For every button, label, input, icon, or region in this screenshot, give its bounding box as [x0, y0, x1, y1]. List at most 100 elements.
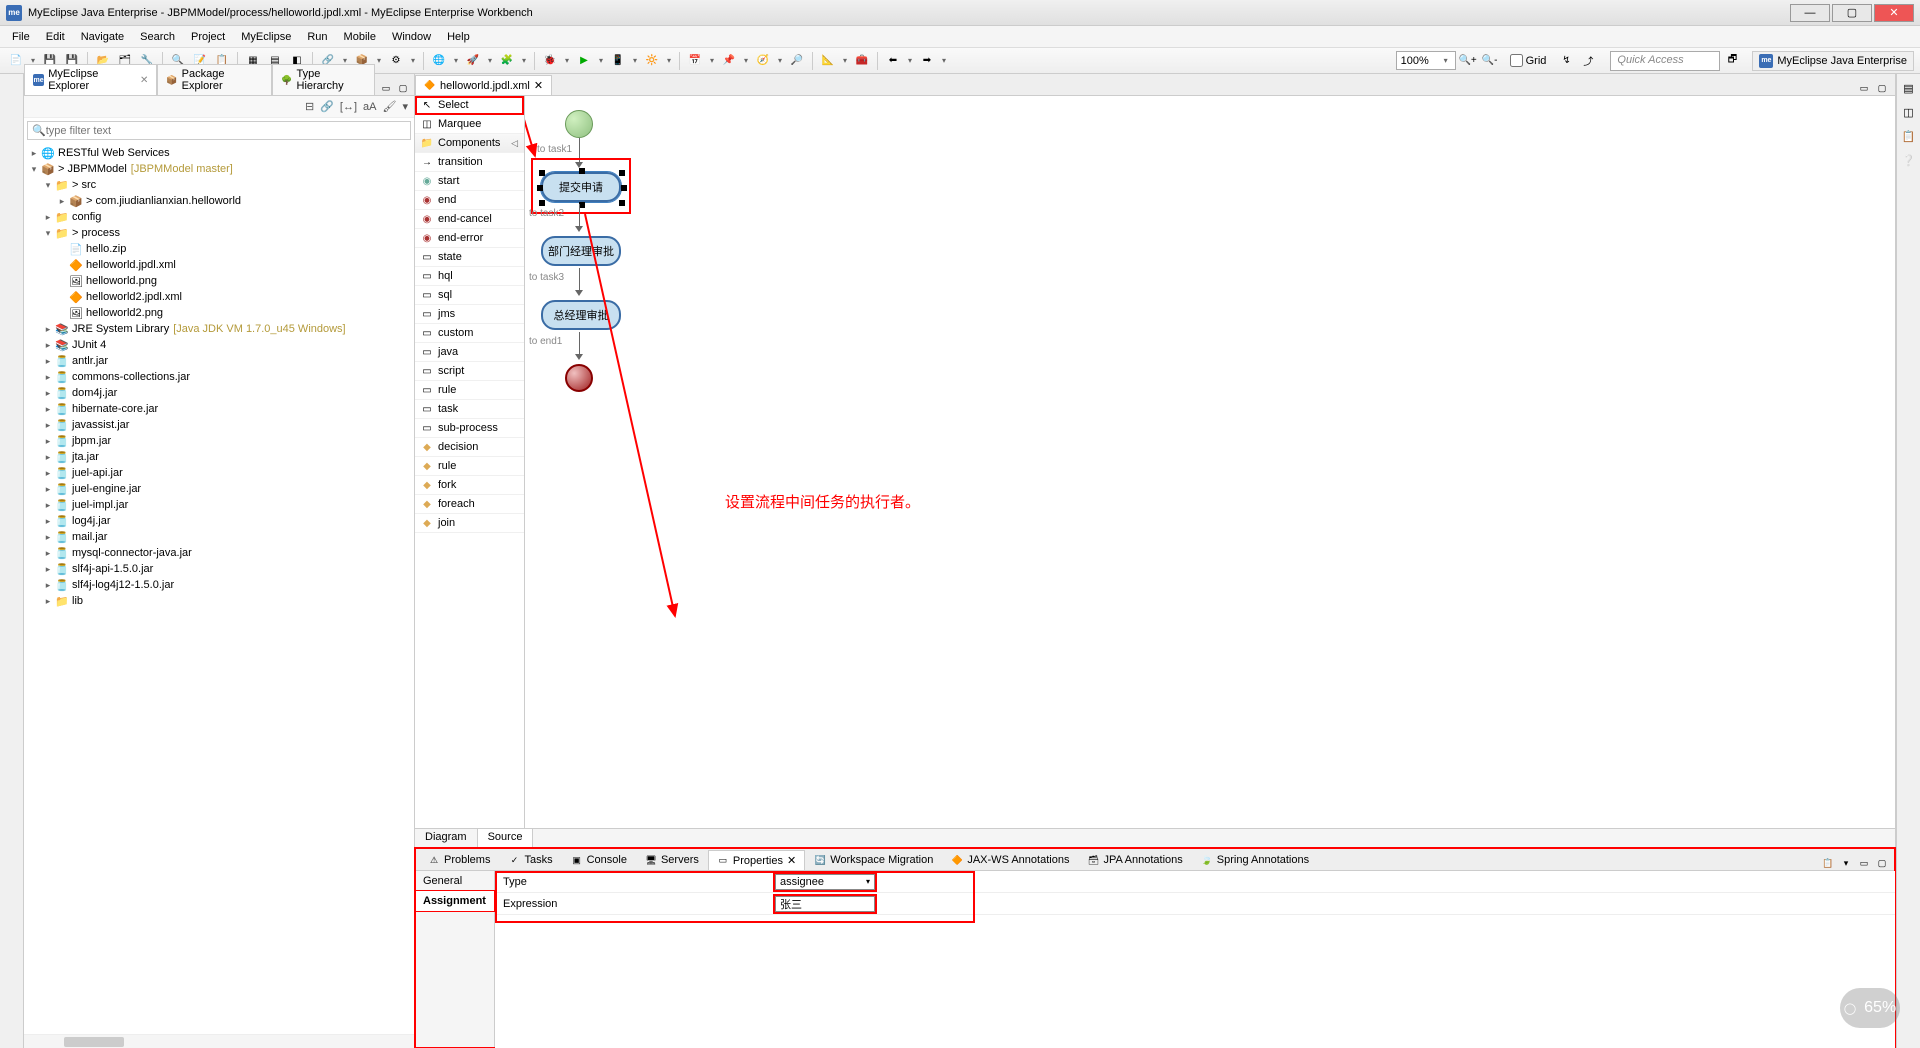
- palette-item-java[interactable]: ▭java: [415, 343, 524, 362]
- bottom-tab-tasks[interactable]: ✓Tasks: [499, 850, 561, 870]
- palette-item-end-error[interactable]: ◉end-error: [415, 229, 524, 248]
- tree-item[interactable]: ▸🫙hibernate-core.jar: [24, 401, 414, 417]
- grid-checkbox-input[interactable]: [1510, 54, 1523, 67]
- tool-btn[interactable]: 🌐: [429, 51, 449, 71]
- dropdown-icon[interactable]: ▾: [866, 877, 870, 886]
- twisty-icon[interactable]: ▸: [42, 548, 54, 559]
- back-button[interactable]: ⬅: [883, 51, 903, 71]
- cheatsheet-icon[interactable]: 📋: [1901, 128, 1917, 144]
- minimize-button[interactable]: —: [1790, 4, 1830, 22]
- zoom-in-button[interactable]: 🔍+: [1458, 51, 1478, 71]
- palette-item-foreach[interactable]: ◆foreach: [415, 495, 524, 514]
- bottom-tab-console[interactable]: ▣Console: [562, 850, 636, 870]
- twisty-icon[interactable]: ▸: [42, 500, 54, 511]
- properties-tab-general[interactable]: General: [415, 871, 494, 891]
- tree-item[interactable]: ▸🫙jta.jar: [24, 449, 414, 465]
- bottom-tab-jax-ws-annotations[interactable]: 🔶JAX-WS Annotations: [942, 850, 1078, 870]
- tool-btn[interactable]: 🚀: [463, 51, 483, 71]
- palette-item-fork[interactable]: ◆fork: [415, 476, 524, 495]
- menu-navigate[interactable]: Navigate: [73, 29, 132, 45]
- minimize-view-button[interactable]: ▭: [1857, 856, 1871, 870]
- tree-item[interactable]: ▸🫙mail.jar: [24, 529, 414, 545]
- tree-item[interactable]: 🔶helloworld2.jpdl.xml: [24, 289, 414, 305]
- twisty-icon[interactable]: ▸: [28, 148, 40, 159]
- menu-help[interactable]: Help: [439, 29, 478, 45]
- dropdown-icon[interactable]: ▾: [707, 56, 717, 65]
- dropdown-icon[interactable]: ▾: [840, 56, 850, 65]
- bottom-tab-properties[interactable]: ▭Properties✕: [708, 850, 805, 870]
- twisty-icon[interactable]: ▾: [42, 180, 54, 191]
- tree-item[interactable]: ▸🫙log4j.jar: [24, 513, 414, 529]
- close-button[interactable]: ✕: [1874, 4, 1914, 22]
- menu-window[interactable]: Window: [384, 29, 439, 45]
- twisty-icon[interactable]: ▸: [42, 516, 54, 527]
- twisty-icon[interactable]: ▸: [42, 324, 54, 335]
- dropdown-icon[interactable]: ▾: [775, 56, 785, 65]
- task-node-3[interactable]: 总经理审批: [541, 300, 621, 330]
- menu-run[interactable]: Run: [299, 29, 335, 45]
- twisty-icon[interactable]: ▸: [42, 404, 54, 415]
- filter-box[interactable]: 🔍: [27, 121, 411, 140]
- tab-myeclipse-explorer[interactable]: me MyEclipse Explorer ✕: [24, 64, 157, 95]
- tool-btn[interactable]: ↯: [1556, 51, 1576, 71]
- palette-item-decision[interactable]: ◆decision: [415, 438, 524, 457]
- expression-input[interactable]: [775, 896, 875, 912]
- tree-item[interactable]: ▸📁lib: [24, 593, 414, 609]
- minimize-editor-button[interactable]: ▭: [1857, 81, 1871, 95]
- zoom-out-button[interactable]: 🔍-: [1480, 51, 1500, 71]
- perspective-button[interactable]: me MyEclipse Java Enterprise: [1752, 51, 1914, 71]
- palette-item-rule[interactable]: ▭rule: [415, 381, 524, 400]
- tree-item[interactable]: ▾📁> src: [24, 177, 414, 193]
- view-menu-icon[interactable]: ▾: [402, 100, 408, 113]
- dropdown-icon[interactable]: ▾: [741, 56, 751, 65]
- tree-item[interactable]: ▸📚JRE System Library[Java JDK VM 1.7.0_u…: [24, 321, 414, 337]
- palette-item-select[interactable]: ↖Select: [415, 96, 524, 115]
- maximize-editor-button[interactable]: ▢: [1875, 81, 1889, 95]
- tool-btn[interactable]: ⚙: [386, 51, 406, 71]
- menu-search[interactable]: Search: [132, 29, 183, 45]
- dropdown-icon[interactable]: ▾: [562, 56, 572, 65]
- quick-access-input[interactable]: Quick Access: [1610, 51, 1720, 71]
- diagram-tab[interactable]: Diagram: [415, 829, 478, 848]
- palette-item-marquee[interactable]: ◫Marquee: [415, 115, 524, 134]
- dropdown-icon[interactable]: ▾: [1441, 56, 1451, 65]
- palette-item-hql[interactable]: ▭hql: [415, 267, 524, 286]
- tool-btn[interactable]: ⤴: [1578, 51, 1598, 71]
- zoom-input[interactable]: [1401, 55, 1441, 67]
- dropdown-icon[interactable]: ▾: [905, 56, 915, 65]
- tree-item[interactable]: ▸📁config: [24, 209, 414, 225]
- twisty-icon[interactable]: ▸: [42, 420, 54, 431]
- tree-item[interactable]: ▸🫙juel-api.jar: [24, 465, 414, 481]
- palette-item-state[interactable]: ▭state: [415, 248, 524, 267]
- tool-btn[interactable]: 🧭: [753, 51, 773, 71]
- run-button[interactable]: ▶: [574, 51, 594, 71]
- tree-item[interactable]: ▸🫙jbpm.jar: [24, 433, 414, 449]
- filter-input[interactable]: [46, 125, 406, 137]
- twisty-icon[interactable]: ▸: [42, 212, 54, 223]
- pin-icon[interactable]: ▾: [1839, 856, 1853, 870]
- tab-type-hierarchy[interactable]: 🌳 Type Hierarchy: [272, 64, 375, 95]
- filter-icon[interactable]: aA: [363, 101, 376, 113]
- dropdown-icon[interactable]: ▾: [408, 56, 418, 65]
- tree-item[interactable]: ▸📦> com.jiudianlianxian.helloworld: [24, 193, 414, 209]
- focus-icon[interactable]: [↔]: [340, 101, 357, 113]
- bottom-tab-jpa-annotations[interactable]: 🗃JPA Annotations: [1078, 850, 1191, 870]
- menu-project[interactable]: Project: [183, 29, 233, 45]
- tool-btn[interactable]: 📱: [608, 51, 628, 71]
- menu-mobile[interactable]: Mobile: [336, 29, 384, 45]
- tree-item[interactable]: ▸🫙dom4j.jar: [24, 385, 414, 401]
- resize-handle[interactable]: [539, 170, 545, 176]
- type-select[interactable]: assignee ▾: [775, 874, 875, 890]
- resize-handle[interactable]: [619, 200, 625, 206]
- tree-item[interactable]: ▸🌐RESTful Web Services: [24, 145, 414, 161]
- tool-btn[interactable]: 📅: [685, 51, 705, 71]
- help-icon[interactable]: ❔: [1901, 152, 1917, 168]
- bottom-tab-servers[interactable]: 🖥Servers: [636, 850, 708, 870]
- twisty-icon[interactable]: ▸: [42, 564, 54, 575]
- palette-item-join[interactable]: ◆join: [415, 514, 524, 533]
- palette-item-custom[interactable]: ▭custom: [415, 324, 524, 343]
- bottom-tab-problems[interactable]: ⚠Problems: [419, 850, 499, 870]
- twisty-icon[interactable]: ▸: [56, 196, 68, 207]
- twisty-icon[interactable]: ▸: [42, 532, 54, 543]
- twisty-icon[interactable]: ▸: [42, 484, 54, 495]
